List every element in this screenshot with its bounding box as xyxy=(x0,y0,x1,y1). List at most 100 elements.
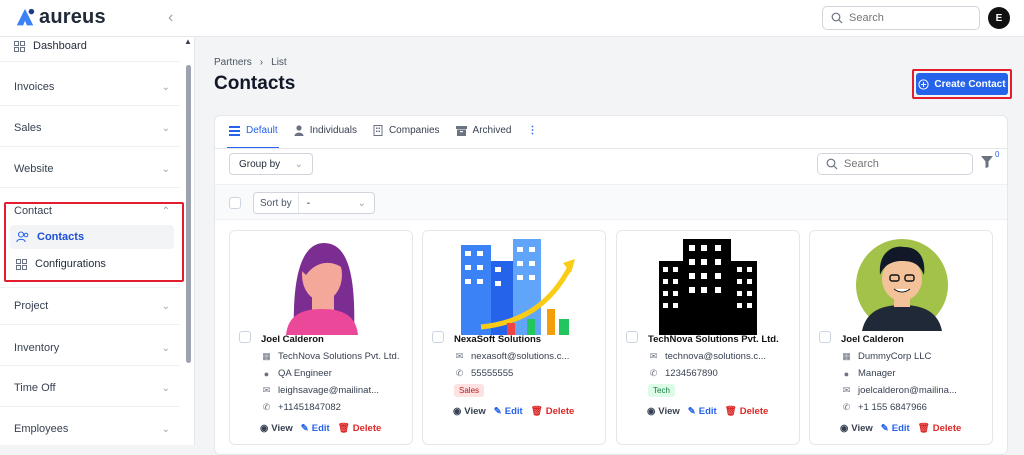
trash-icon: 🗑 xyxy=(724,406,737,417)
breadcrumb-partners[interactable]: Partners xyxy=(214,57,252,68)
section-label: Website xyxy=(14,163,54,175)
chevron-down-icon: ⌄ xyxy=(161,423,170,435)
delete-button[interactable]: 🗑 Delete xyxy=(338,423,382,434)
trash-icon: 🗑 xyxy=(337,423,350,434)
tab-archived[interactable]: Archived xyxy=(455,125,511,136)
view-button[interactable]: ◉ View xyxy=(647,406,680,417)
sidebar-section-sales[interactable]: Sales ⌄ xyxy=(14,122,170,134)
building-icon: ▦ xyxy=(262,351,271,361)
sort-by-label: Sort by xyxy=(254,193,299,213)
contact-email: ✉ leighsavage@mailinat... xyxy=(262,385,380,396)
contact-card[interactable]: TechNova Solutions Pvt. Ltd. ✉ technova@s… xyxy=(616,230,800,445)
app-logo[interactable]: aureus xyxy=(14,6,106,29)
scroll-up-arrow[interactable]: ▲ xyxy=(184,37,192,46)
eye-icon: ◉ xyxy=(453,406,462,417)
edit-button[interactable]: ✎ Edit xyxy=(494,406,523,417)
sidebar-section-inventory[interactable]: Inventory ⌄ xyxy=(14,342,170,354)
section-label: Time Off xyxy=(14,382,56,394)
card-checkbox[interactable] xyxy=(239,331,251,343)
building-icon xyxy=(373,125,383,136)
edit-icon: ✎ xyxy=(300,423,309,434)
delete-button[interactable]: 🗑 Delete xyxy=(725,406,769,417)
select-all-checkbox[interactable] xyxy=(229,197,241,209)
plus-circle-icon xyxy=(918,78,930,90)
edit-icon: ✎ xyxy=(880,423,889,434)
tag-badge: Tech xyxy=(648,384,675,397)
sidebar-section-website[interactable]: Website ⌄ xyxy=(14,163,170,175)
card-checkbox[interactable] xyxy=(432,331,444,343)
sidebar: Dashboard ▲ Invoices ⌄ Sales ⌄ Website ⌄ Co… xyxy=(0,37,195,445)
contact-card[interactable]: Joel Calderon ▦ TechNova Solutions Pvt. L… xyxy=(229,230,413,445)
group-by-label: Group by xyxy=(239,158,281,170)
divider xyxy=(215,148,1007,149)
filter-icon[interactable] xyxy=(981,156,993,168)
contact-card[interactable]: Joel Calderon ▦ DummyCorp LLC ● Manager ✉ j… xyxy=(809,230,993,445)
view-tabs: Default Individuals Companies Archived ⋮ xyxy=(229,125,537,136)
tab-default[interactable]: Default xyxy=(229,125,278,136)
edit-button[interactable]: ✎ Edit xyxy=(688,406,717,417)
contact-card[interactable]: NexaSoft Solutions ✉ nexasoft@solutions.c… xyxy=(422,230,606,445)
contact-phone: ✆ +11451847082 xyxy=(262,402,341,413)
create-contact-button[interactable]: Create Contact xyxy=(916,73,1008,95)
tab-label: Individuals xyxy=(309,125,357,136)
tab-companies[interactable]: Companies xyxy=(373,125,440,136)
logo-icon xyxy=(16,8,35,25)
collapse-sidebar-icon[interactable]: ‹ xyxy=(168,9,173,27)
chevron-down-icon: ⌄ xyxy=(294,158,303,170)
divider xyxy=(0,187,180,188)
contact-email: ✉ technova@solutions.c... xyxy=(649,351,767,362)
sort-bar: Sort by - ⌄ xyxy=(215,184,1007,220)
sidebar-scrollbar[interactable] xyxy=(186,65,191,363)
sidebar-section-employees[interactable]: Employees ⌄ xyxy=(14,423,170,435)
chevron-down-icon: ⌄ xyxy=(161,81,170,93)
black-buildings-image xyxy=(659,239,757,335)
page-title: Contacts xyxy=(214,73,296,94)
sort-by-dropdown[interactable]: Sort by - ⌄ xyxy=(253,192,375,214)
chevron-down-icon: ⌄ xyxy=(161,122,170,134)
mail-icon: ✉ xyxy=(842,385,851,395)
breadcrumb: Partners › List xyxy=(214,57,287,68)
contact-name: NexaSoft Solutions xyxy=(454,334,542,345)
tab-individuals[interactable]: Individuals xyxy=(294,125,357,136)
sort-by-value: - xyxy=(306,197,311,209)
highlight-box xyxy=(4,202,184,282)
breadcrumb-list: List xyxy=(271,57,287,68)
section-label: Invoices xyxy=(14,81,55,93)
top-bar: aureus ‹ E xyxy=(0,0,1024,37)
eye-icon: ◉ xyxy=(647,406,656,417)
view-button[interactable]: ◉ View xyxy=(453,406,486,417)
delete-button[interactable]: 🗑 Delete xyxy=(918,423,962,434)
user-avatar[interactable]: E xyxy=(988,7,1010,29)
card-checkbox[interactable] xyxy=(819,331,831,343)
global-search[interactable] xyxy=(822,6,980,30)
list-search-input[interactable] xyxy=(844,158,954,170)
divider xyxy=(0,287,180,288)
sidebar-section-project[interactable]: Project ⌄ xyxy=(14,300,170,312)
view-button[interactable]: ◉ View xyxy=(840,423,873,434)
card-checkbox[interactable] xyxy=(626,331,638,343)
contact-phone: ✆ +1 155 6847966 xyxy=(842,402,927,413)
global-search-input[interactable] xyxy=(849,12,959,24)
edit-button[interactable]: ✎ Edit xyxy=(881,423,910,434)
divider xyxy=(0,61,180,62)
man-avatar-image xyxy=(856,239,948,331)
card-actions: ◉ View ✎ Edit 🗑 Delete xyxy=(260,423,381,434)
divider xyxy=(0,365,180,366)
card-actions: ◉ View ✎ Edit 🗑 Delete xyxy=(840,423,961,434)
woman-avatar-image xyxy=(286,243,358,335)
sidebar-item-dashboard[interactable]: Dashboard xyxy=(14,40,87,52)
phone-icon: ✆ xyxy=(649,368,658,378)
tag-badge: Sales xyxy=(454,384,485,397)
sidebar-section-invoices[interactable]: Invoices ⌄ xyxy=(14,81,170,93)
group-by-dropdown[interactable]: Group by ⌄ xyxy=(229,153,313,175)
person-icon: ● xyxy=(843,368,850,379)
list-search[interactable] xyxy=(817,153,973,175)
more-options-icon[interactable]: ⋮ xyxy=(527,125,537,136)
delete-button[interactable]: 🗑 Delete xyxy=(531,406,575,417)
sidebar-section-time-off[interactable]: Time Off ⌄ xyxy=(14,382,170,394)
contact-company: ▦ TechNova Solutions Pvt. Ltd. xyxy=(262,351,400,362)
chevron-down-icon: ⌄ xyxy=(161,342,170,354)
view-button[interactable]: ◉ View xyxy=(260,423,293,434)
edit-button[interactable]: ✎ Edit xyxy=(301,423,330,434)
section-label: Project xyxy=(14,300,49,312)
